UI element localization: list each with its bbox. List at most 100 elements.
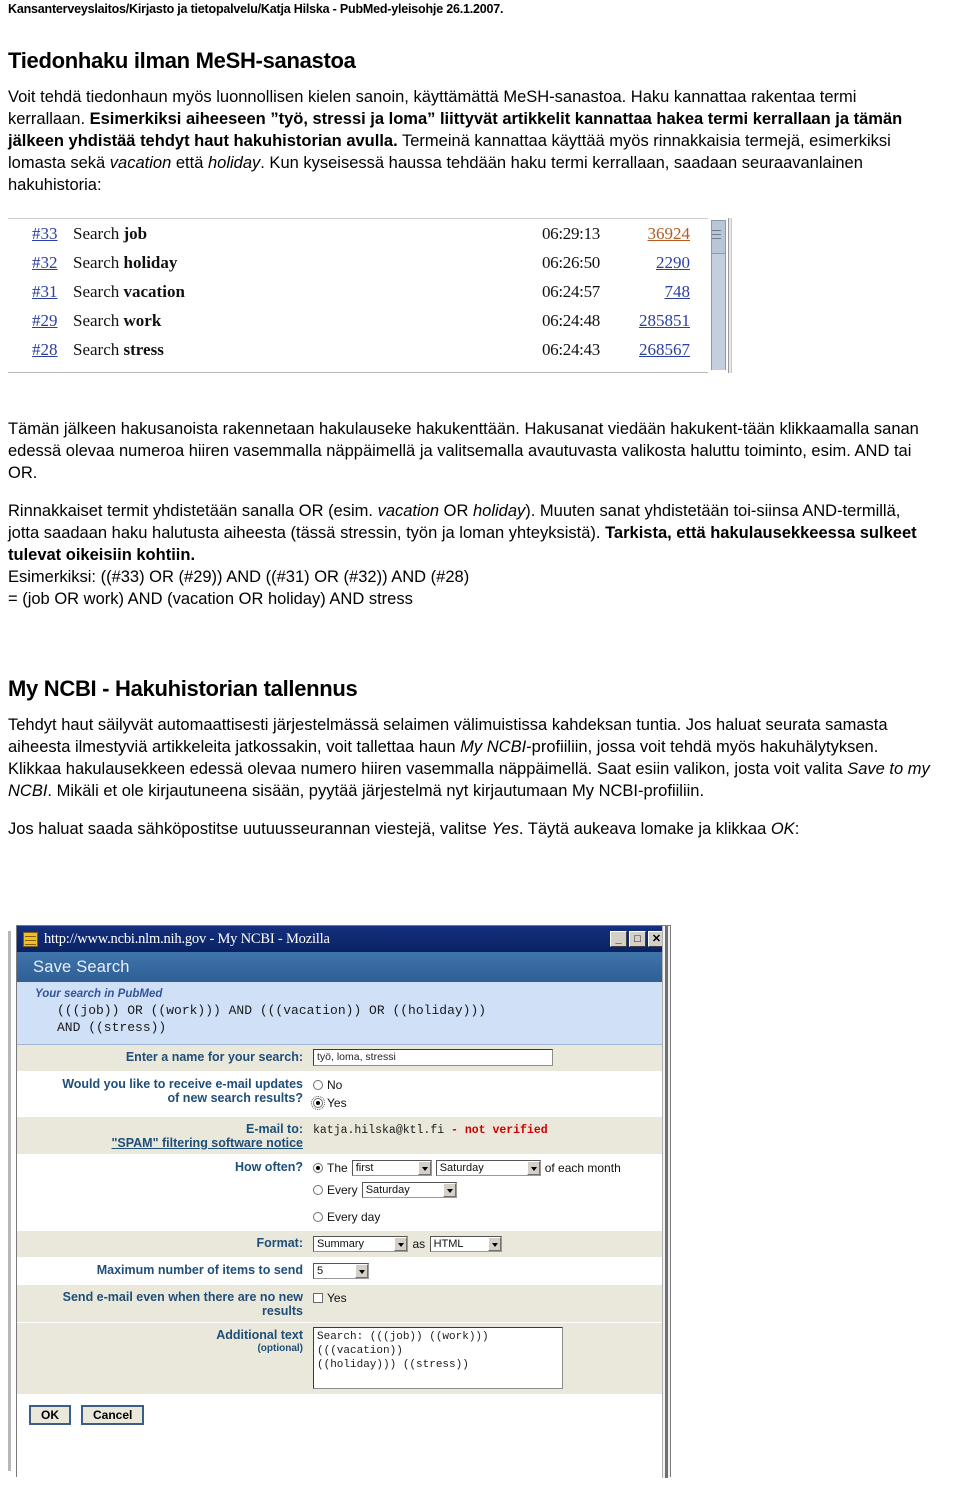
additional-text-textarea[interactable]: Search: (((job)) ((work))) (((vacation))… <box>313 1327 563 1389</box>
scrollbar-grip-line <box>712 230 721 231</box>
mozilla-app-icon <box>23 931 38 947</box>
email-text-1: Jos haluat saada sähköpostitse uutuusseu… <box>8 820 492 838</box>
page-title-my-ncbi: My NCBI - Hakuhistorian tallennus <box>8 676 358 701</box>
radio-option-weekly[interactable]: Every Saturday <box>313 1181 666 1199</box>
history-action-label: Search stress <box>73 340 164 359</box>
radio-option-daily[interactable]: Every day <box>313 1208 666 1226</box>
radio-option-no[interactable]: No <box>313 1076 666 1094</box>
radio-yes-icon[interactable] <box>311 1096 325 1110</box>
history-action-label: Search holiday <box>73 253 178 272</box>
checkbox-send-empty-label: Yes <box>327 1291 347 1305</box>
radio-daily-icon[interactable] <box>313 1212 323 1222</box>
history-count-link[interactable]: 268567 <box>639 335 690 364</box>
value-email-updates: No Yes <box>309 1072 670 1116</box>
history-number-link[interactable]: #28 <box>32 335 58 364</box>
history-number-link[interactable]: #31 <box>32 277 58 306</box>
chevron-down-icon[interactable] <box>355 1263 368 1278</box>
weekday-select[interactable]: Saturday <box>435 1160 541 1176</box>
window-titlebar[interactable]: http://www.ncbi.nlm.nih.gov - My NCBI - … <box>17 926 670 952</box>
search-history-screenshot: #33 Search job 06:29:13 36924 #32 Search… <box>8 218 732 373</box>
scroll-rail-inner <box>665 926 668 1478</box>
chevron-down-icon[interactable] <box>442 1183 456 1197</box>
or-italic-vacation: vacation <box>377 502 440 520</box>
window-content: Save Search Your search in PubMed (((job… <box>17 952 670 1477</box>
value-additional-text: Search: (((job)) ((work))) (((vacation))… <box>309 1323 670 1393</box>
table-row[interactable]: #29 Search work 06:24:48 285851 <box>8 306 708 335</box>
label-send-empty-line2: results <box>262 1304 303 1318</box>
paragraph-or-and: Rinnakkaiset termit yhdistetään sanalla … <box>8 500 936 566</box>
radio-no-icon[interactable] <box>313 1080 323 1090</box>
table-row[interactable]: #32 Search holiday 06:26:50 2290 <box>8 248 708 277</box>
history-term: vacation <box>123 282 185 301</box>
history-count-link[interactable]: 2290 <box>656 248 690 277</box>
checkbox-icon[interactable] <box>313 1293 323 1303</box>
history-time: 06:24:43 <box>541 340 600 359</box>
dialog-button-row: OK Cancel <box>17 1395 670 1433</box>
label-max-items: Maximum number of items to send <box>96 1263 303 1277</box>
history-number-link[interactable]: #32 <box>32 248 58 277</box>
window-controls[interactable]: _ □ ✕ <box>610 931 667 947</box>
field-row-every-day: Every day <box>17 1204 670 1231</box>
email-verification-status: - not verified <box>451 1124 548 1137</box>
radio-option-yes[interactable]: Yes <box>311 1094 666 1112</box>
save-search-header: Save Search <box>17 952 670 982</box>
checkbox-send-empty[interactable]: Yes <box>313 1289 666 1307</box>
intro-italic-holiday: holiday <box>207 154 261 172</box>
history-count-link[interactable]: 285851 <box>639 306 690 335</box>
minimize-icon[interactable]: _ <box>610 931 627 947</box>
search-name-input[interactable]: työ, loma, stressi <box>313 1049 553 1067</box>
ok-button[interactable]: OK <box>29 1405 71 1425</box>
table-row[interactable]: #28 Search stress 06:24:43 268567 <box>8 335 708 364</box>
maximize-icon[interactable]: □ <box>629 931 646 947</box>
document-body-3: My NCBI - Hakuhistorian tallennus Tehdyt… <box>8 676 936 840</box>
radio-weekly-icon[interactable] <box>313 1185 323 1195</box>
mozilla-window-screenshot: http://www.ncbi.nlm.nih.gov - My NCBI - … <box>8 925 680 1495</box>
ordinal-select[interactable]: first <box>351 1160 432 1176</box>
field-row-additional-text: Additional text (optional) Search: (((jo… <box>17 1323 670 1395</box>
paragraph-my-ncbi: Tehdyt haut säilyvät automaattisesti jär… <box>8 714 936 802</box>
paragraph-after-history: Tämän jälkeen hakusanoista rakennetaan h… <box>8 420 919 482</box>
cancel-button[interactable]: Cancel <box>81 1405 145 1425</box>
max-items-select[interactable]: 5 <box>313 1262 369 1279</box>
chevron-down-icon[interactable] <box>526 1161 540 1175</box>
value-format: Summary as HTML <box>309 1231 670 1257</box>
page-title-tiedonhaku: Tiedonhaku ilman MeSH-sanastoa <box>8 48 356 73</box>
window-right-scroll-rail[interactable] <box>662 926 670 1478</box>
scrollbar-outer-rail <box>728 218 732 373</box>
history-number-link[interactable]: #29 <box>32 306 58 335</box>
radio-option-monthly[interactable]: The first Saturday of each month <box>313 1159 666 1177</box>
scrollbar-thumb[interactable] <box>711 220 726 254</box>
history-action-label: Search work <box>73 311 162 330</box>
history-count-link[interactable]: 36924 <box>648 219 691 248</box>
query-text: (((job)) OR ((work))) AND (((vacation)) … <box>57 1003 487 1035</box>
ncbi-italic-myncbi: My NCBI <box>460 738 527 756</box>
weekly-weekday-value: Saturday <box>365 1184 410 1196</box>
history-number-link[interactable]: #33 <box>32 219 58 248</box>
label-email-updates: Would you like to receive e-mail updates… <box>17 1072 309 1109</box>
label-send-empty: Send e-mail even when there are no new r… <box>17 1285 309 1322</box>
label-additional-text: Additional text (optional) <box>17 1323 309 1360</box>
history-count-link[interactable]: 748 <box>665 277 691 306</box>
history-scrollbar[interactable] <box>708 218 732 373</box>
table-row[interactable]: #33 Search job 06:29:13 36924 <box>8 219 708 248</box>
format-select[interactable]: Summary <box>313 1235 408 1252</box>
intro-text-3: että <box>171 154 208 172</box>
screenshot-left-edge <box>8 931 11 1471</box>
spam-filtering-notice-link[interactable]: "SPAM" filtering software notice <box>111 1136 303 1150</box>
search-history-list: #33 Search job 06:29:13 36924 #32 Search… <box>8 218 708 373</box>
or-text-b: OR <box>439 502 473 520</box>
weekly-weekday-select[interactable]: Saturday <box>361 1182 457 1198</box>
document-running-header: Kansanterveyslaitos/Kirjasto ja tietopal… <box>8 2 504 16</box>
radio-monthly-icon[interactable] <box>313 1163 323 1173</box>
label-send-empty-line1: Send e-mail even when there are no new <box>62 1290 303 1304</box>
chevron-down-icon[interactable] <box>394 1236 407 1251</box>
chevron-down-icon[interactable] <box>487 1236 501 1251</box>
chevron-down-icon[interactable] <box>417 1161 431 1175</box>
max-items-value: 5 <box>317 1264 324 1277</box>
label-additional-text-main: Additional text <box>216 1328 303 1342</box>
document-body-2: Tämän jälkeen hakusanoista rakennetaan h… <box>8 418 936 610</box>
format-type-select[interactable]: HTML <box>429 1235 502 1252</box>
history-term: work <box>123 311 162 330</box>
table-row[interactable]: #31 Search vacation 06:24:57 748 <box>8 277 708 306</box>
radio-no-label: No <box>327 1078 343 1092</box>
